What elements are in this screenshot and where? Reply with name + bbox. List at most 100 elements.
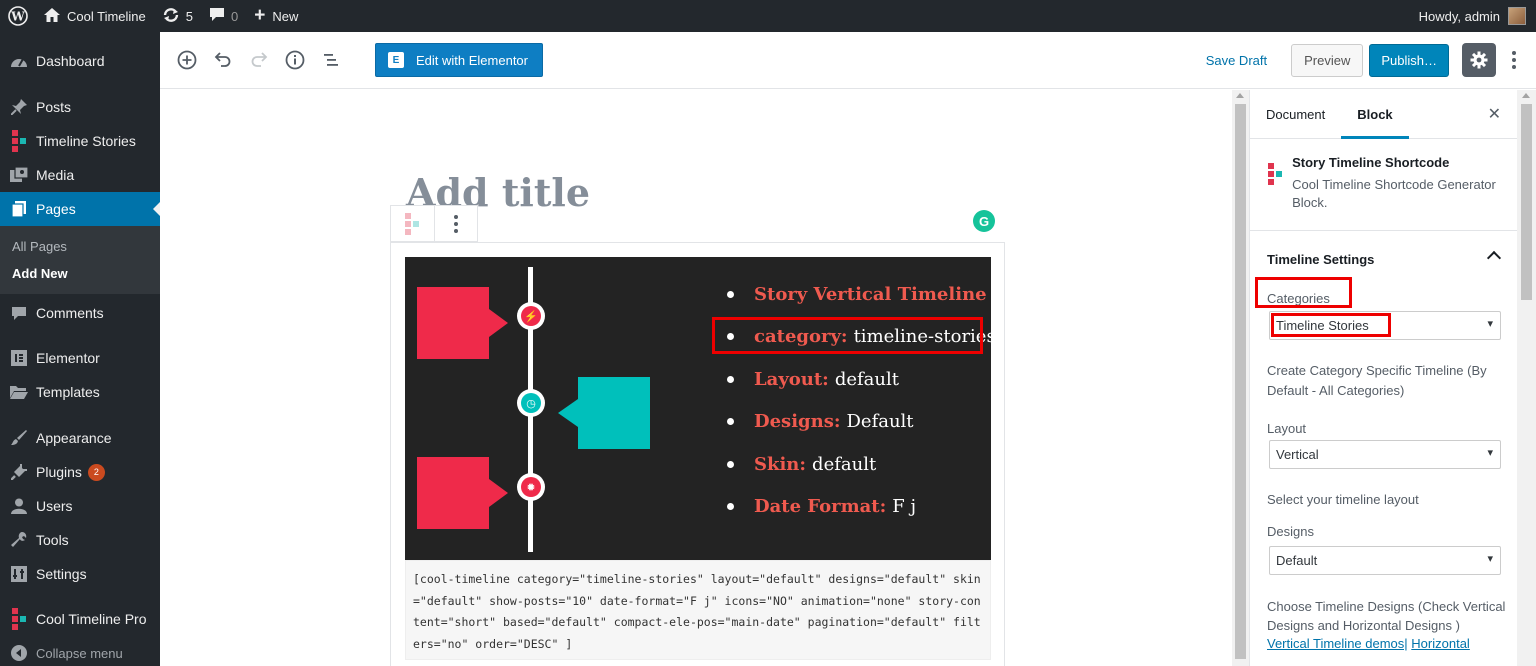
timeline-icon: [9, 130, 29, 152]
timeline-node-gear-icon: ✹: [517, 473, 545, 501]
site-name-link[interactable]: Cool Timeline: [36, 0, 154, 32]
site-name: Cool Timeline: [67, 8, 146, 24]
categories-select[interactable]: Timeline Stories: [1269, 311, 1501, 340]
sidebar-item-timeline-stories[interactable]: Timeline Stories: [0, 124, 160, 158]
categories-label: Categories: [1255, 277, 1501, 309]
categories-field: Categories Timeline Stories Create Categ…: [1250, 277, 1517, 400]
wordpress-logo-icon[interactable]: W: [0, 0, 36, 32]
admin-sidebar: Dashboard Posts Timeline Stories Media P…: [0, 32, 161, 666]
highlight-box: [1271, 313, 1391, 337]
block-more-options-button[interactable]: [433, 206, 477, 241]
sidebar-item-media[interactable]: Media: [0, 158, 160, 192]
settings-toggle-button[interactable]: [1462, 43, 1496, 77]
sidebar-item-cool-timeline-pro[interactable]: Cool Timeline Pro: [0, 602, 160, 636]
list-item: Layout: default: [721, 358, 991, 401]
sidebar-collapse-menu[interactable]: Collapse menu: [0, 636, 160, 666]
sidebar-item-comments[interactable]: Comments: [0, 296, 160, 330]
content-info-button[interactable]: [277, 42, 313, 78]
list-item: Date Format: F j: [721, 486, 991, 529]
publish-button[interactable]: Publish…: [1369, 43, 1449, 77]
save-draft-button[interactable]: Save Draft: [1206, 53, 1267, 68]
tab-block[interactable]: Block: [1341, 90, 1409, 139]
undo-button[interactable]: [205, 42, 241, 78]
vertical-ellipsis-icon: [453, 214, 458, 233]
more-menu-button[interactable]: [1502, 51, 1526, 69]
sidebar-item-appearance[interactable]: Appearance: [0, 421, 160, 455]
updates-link[interactable]: 5: [154, 0, 201, 32]
brush-icon: [9, 428, 29, 448]
tab-document[interactable]: Document: [1250, 90, 1341, 139]
updates-icon: [162, 7, 180, 26]
sidebar-item-label: Tools: [36, 532, 69, 548]
editor-scrollbar[interactable]: [1232, 90, 1249, 666]
scrollbar-thumb[interactable]: [1521, 104, 1532, 300]
comment-bubble-icon: [209, 7, 225, 25]
sidebar-item-tools[interactable]: Tools: [0, 523, 160, 557]
scroll-up-arrow-icon[interactable]: [1236, 93, 1244, 98]
designs-field: Designs Default Choose Timeline Designs …: [1250, 521, 1517, 651]
sidebar-item-dashboard[interactable]: Dashboard: [0, 44, 160, 78]
dashboard-icon: [9, 51, 29, 71]
sidebar-item-label: Appearance: [36, 430, 112, 446]
timeline-icon: [405, 212, 420, 235]
close-icon[interactable]: ✕: [1488, 104, 1501, 124]
block-description: Cool Timeline Shortcode Generator Block.: [1292, 177, 1496, 210]
comment-icon: [9, 303, 29, 323]
sidebar-item-label: Plugins: [36, 464, 82, 480]
designs-label: Designs: [1267, 524, 1314, 539]
avatar: [1508, 7, 1526, 25]
wrench-icon: [9, 530, 29, 550]
block-navigation-button[interactable]: [313, 42, 349, 78]
vertical-ellipsis-icon: [1512, 51, 1516, 69]
timeline-icon: [9, 608, 29, 630]
scrollbar-thumb[interactable]: [1235, 104, 1246, 659]
preview-button[interactable]: Preview: [1291, 43, 1364, 77]
layout-label: Layout: [1267, 420, 1307, 436]
timeline-card-teal: [558, 377, 650, 449]
sidebar-scrollbar[interactable]: [1517, 90, 1536, 666]
block-type-switcher[interactable]: [391, 206, 434, 241]
timeline-node-clock-icon: ◷: [517, 389, 545, 417]
submenu-add-new[interactable]: Add New: [0, 260, 160, 287]
shortcode-output[interactable]: [cool-timeline category="timeline-storie…: [405, 560, 991, 660]
timeline-card-red: [417, 287, 508, 359]
sidebar-item-elementor[interactable]: Elementor: [0, 341, 160, 375]
redo-button[interactable]: [241, 42, 277, 78]
sidebar-item-plugins[interactable]: Plugins 2: [0, 455, 160, 489]
horizontal-demos-link[interactable]: Horizontal: [1411, 636, 1470, 651]
add-block-button[interactable]: [169, 42, 205, 78]
plugins-update-badge: 2: [87, 463, 105, 481]
sidebar-item-pages[interactable]: Pages: [0, 192, 161, 226]
account-menu[interactable]: Howdy, admin: [1411, 0, 1536, 32]
timeline-card-red: [417, 457, 508, 529]
timeline-node-bolt-icon: ⚡: [517, 302, 545, 330]
select-value: Default: [1276, 552, 1318, 568]
list-item: Story Vertical Timeline: [721, 273, 991, 316]
vertical-demos-link[interactable]: Vertical Timeline demos|: [1267, 636, 1408, 651]
designs-select[interactable]: Default: [1269, 545, 1501, 575]
button-label: Edit with Elementor: [416, 52, 528, 68]
grammarly-icon[interactable]: G: [973, 210, 995, 232]
editor-header: E Edit with Elementor Save Draft Preview…: [160, 32, 1536, 89]
sidebar-item-label: Dashboard: [36, 53, 105, 69]
sidebar-item-posts[interactable]: Posts: [0, 90, 160, 124]
user-icon: [9, 496, 29, 516]
comments-link[interactable]: 0: [201, 0, 246, 32]
plugin-icon: [9, 462, 29, 482]
submenu-all-pages[interactable]: All Pages: [0, 233, 160, 260]
sidebar-item-label: Comments: [36, 305, 104, 321]
sidebar-item-users[interactable]: Users: [0, 489, 160, 523]
layout-select[interactable]: Vertical: [1269, 440, 1501, 469]
updates-count: 5: [185, 8, 193, 24]
sidebar-item-templates[interactable]: Templates: [0, 375, 160, 409]
sidebar-item-label: Timeline Stories: [36, 133, 136, 149]
edit-with-elementor-button[interactable]: E Edit with Elementor: [375, 43, 543, 77]
media-icon: [9, 165, 29, 185]
scroll-up-arrow-icon[interactable]: [1522, 93, 1530, 98]
highlight-box: [1255, 277, 1352, 308]
list-icon: [324, 54, 338, 66]
howdy-text: Howdy, admin: [1418, 8, 1500, 24]
sidebar-item-settings[interactable]: Settings: [0, 557, 160, 591]
new-content-link[interactable]: + New: [246, 0, 306, 32]
svg-text:W: W: [10, 10, 25, 24]
